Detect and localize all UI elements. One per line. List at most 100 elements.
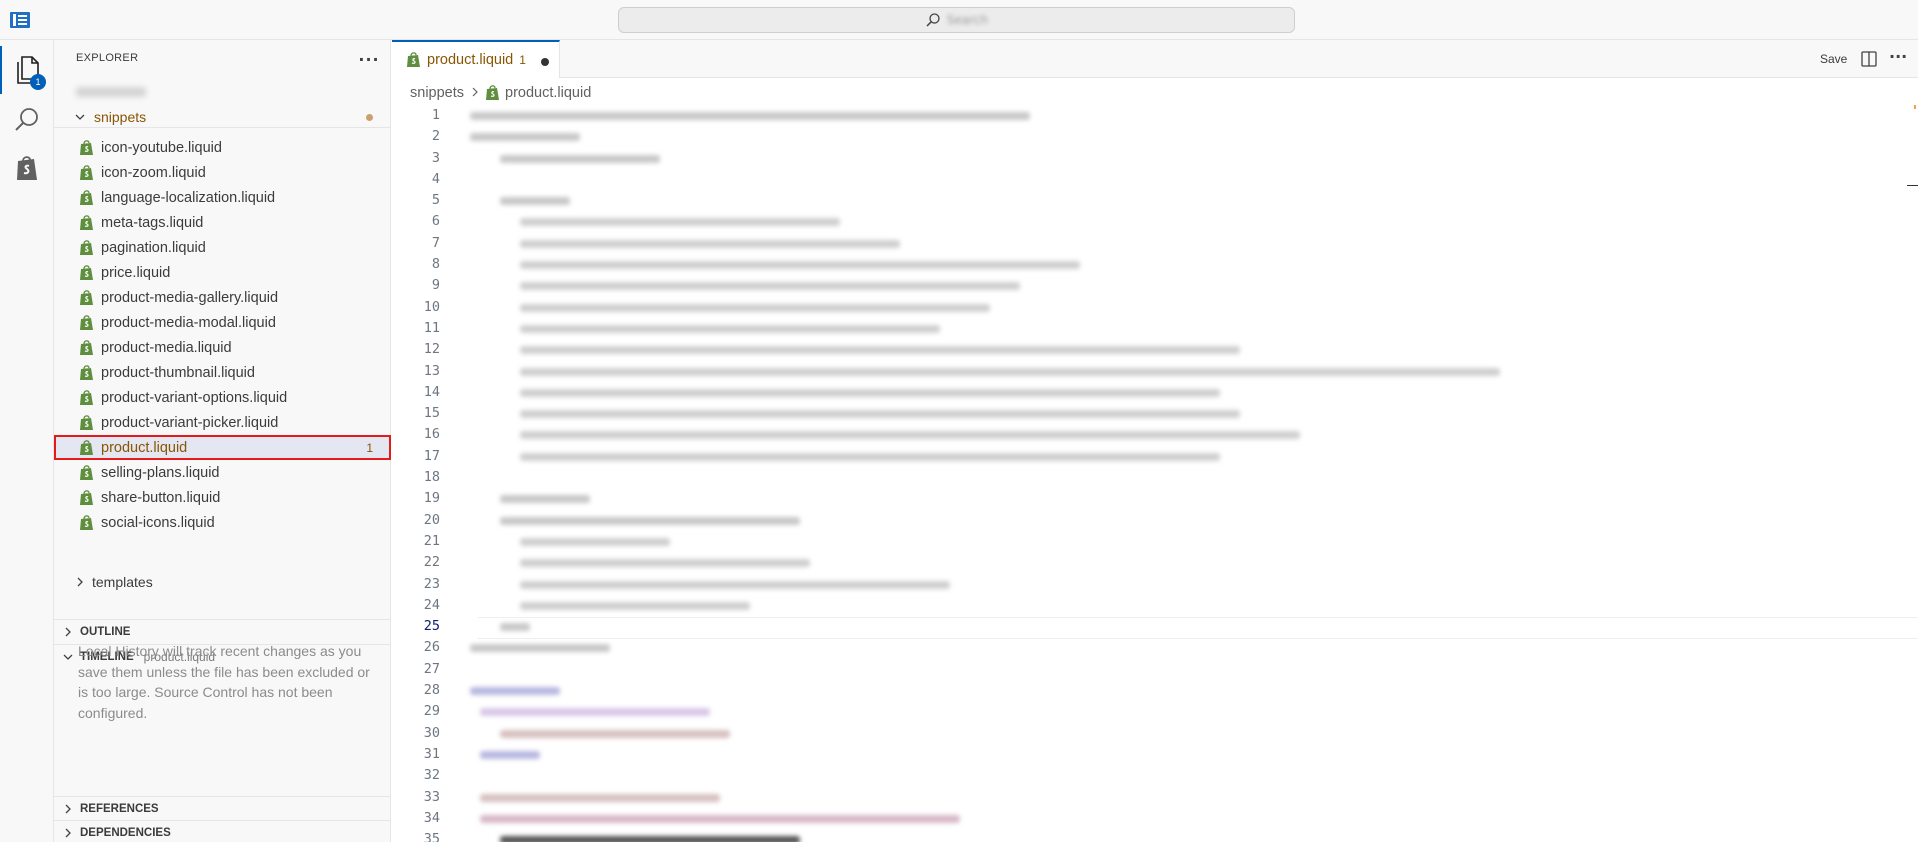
command-center-search[interactable]: Search: [618, 7, 1295, 33]
more-actions-icon[interactable]: ···: [356, 46, 382, 72]
file-item[interactable]: pagination.liquid: [54, 235, 391, 260]
code-line: [470, 361, 1870, 382]
shopify-icon: [17, 156, 37, 180]
activity-bar: 1: [0, 40, 54, 842]
blurred-code-text: [470, 687, 560, 696]
file-name: pagination.liquid: [101, 239, 206, 256]
file-item[interactable]: product-media-gallery.liquid: [54, 285, 391, 310]
chevron-down-icon: [72, 109, 88, 125]
file-item[interactable]: icon-youtube.liquid: [54, 135, 391, 160]
editor-area: product.liquid 1 Save ··· snippets produ…: [392, 40, 1918, 842]
file-item[interactable]: product-media.liquid: [54, 335, 391, 360]
unsaved-dot-icon[interactable]: [541, 58, 549, 66]
line-number: 26: [423, 639, 440, 656]
file-item[interactable]: social-icons.liquid: [54, 510, 391, 535]
search-view-button[interactable]: [0, 96, 54, 144]
code-line: [470, 723, 1870, 744]
outline-section[interactable]: OUTLINE: [54, 619, 391, 643]
blurred-code-text: [500, 154, 660, 163]
dependencies-section[interactable]: DEPENDENCIES: [54, 820, 391, 842]
split-editor-icon[interactable]: [1860, 50, 1878, 68]
file-item[interactable]: product-variant-options.liquid: [54, 385, 391, 410]
blurred-code-text: [470, 112, 1030, 120]
file-item[interactable]: meta-tags.liquid: [54, 210, 391, 235]
explorer-button[interactable]: 1: [0, 46, 54, 94]
file-item-selected[interactable]: product.liquid 1: [54, 435, 391, 460]
file-name: product-thumbnail.liquid: [101, 364, 255, 381]
line-number: 14: [423, 383, 440, 400]
breadcrumb: snippets product.liquid: [410, 83, 591, 103]
file-name: product-variant-options.liquid: [101, 389, 288, 406]
code-line: [470, 595, 1870, 616]
overview-ruler-cursor: [1907, 185, 1918, 186]
blurred-code-text: [500, 729, 730, 738]
shopify-liquid-icon: [80, 289, 93, 305]
blurred-code-text: [470, 644, 610, 653]
shopify-liquid-icon: [80, 489, 93, 505]
file-item[interactable]: icon-zoom.liquid: [54, 160, 391, 185]
breadcrumb-folder[interactable]: snippets: [410, 85, 464, 101]
workspace-root[interactable]: [54, 82, 391, 102]
folder-snippets-label: snippets: [94, 108, 147, 125]
overview-ruler-marker: [1914, 105, 1916, 109]
more-actions-icon[interactable]: ···: [1889, 49, 1907, 68]
file-item[interactable]: product-media-modal.liquid: [54, 310, 391, 335]
file-item[interactable]: product-thumbnail.liquid: [54, 360, 391, 385]
blurred-code-text: [480, 708, 710, 717]
tab-product-liquid[interactable]: product.liquid 1: [392, 40, 560, 78]
code-line: [470, 680, 1870, 701]
save-button[interactable]: Save: [1820, 52, 1847, 66]
shopify-liquid-icon: [80, 189, 93, 205]
code-line: [470, 616, 1870, 637]
line-number: 16: [423, 426, 440, 443]
problems-count-badge: 1: [366, 440, 373, 455]
line-number: 4: [431, 170, 440, 187]
folder-snippets[interactable]: snippets: [54, 106, 391, 128]
chevron-right-icon: [60, 825, 76, 841]
shopify-extension-button[interactable]: [0, 144, 54, 192]
line-number: 2: [431, 128, 440, 145]
blurred-code-text: [520, 452, 1220, 461]
file-name: product-media.liquid: [101, 339, 232, 356]
references-section[interactable]: REFERENCES: [54, 796, 391, 820]
chevron-down-icon: [60, 649, 76, 665]
shopify-liquid-icon: [80, 389, 93, 405]
blurred-code-text: [500, 623, 530, 632]
file-item[interactable]: product-variant-picker.liquid: [54, 410, 391, 435]
code-line: [470, 275, 1870, 296]
line-number: 8: [431, 256, 440, 273]
shopify-liquid-icon: [80, 439, 93, 455]
file-item[interactable]: price.liquid: [54, 260, 391, 285]
modified-dot: [366, 114, 373, 121]
blurred-code-text: [520, 410, 1240, 419]
code-editor[interactable]: [470, 105, 1870, 842]
file-name: price.liquid: [101, 264, 171, 281]
file-item[interactable]: language-localization.liquid: [54, 185, 391, 210]
dependencies-title: DEPENDENCIES: [80, 826, 171, 839]
shopify-liquid-icon: [80, 239, 93, 255]
line-number: 21: [423, 532, 440, 549]
file-name: social-icons.liquid: [101, 514, 215, 531]
blurred-code-text: [520, 367, 1500, 376]
file-name: selling-plans.liquid: [101, 464, 220, 481]
file-item[interactable]: share-button.liquid: [54, 485, 391, 510]
line-number: 28: [423, 682, 440, 699]
line-number: 18: [423, 469, 440, 486]
blurred-code-text: [520, 239, 900, 248]
code-line: [470, 488, 1870, 509]
shopify-liquid-icon: [80, 164, 93, 180]
code-line: [470, 510, 1870, 531]
breadcrumb-file[interactable]: product.liquid: [486, 85, 591, 101]
line-number: 35: [423, 831, 440, 842]
shopify-liquid-icon: [486, 85, 500, 100]
code-line: [470, 808, 1870, 829]
file-item[interactable]: selling-plans.liquid: [54, 460, 391, 485]
tab-bar: product.liquid 1 Save ···: [392, 40, 1918, 78]
line-number: 7: [431, 234, 440, 251]
code-line: [470, 254, 1870, 275]
folder-templates[interactable]: templates: [54, 571, 391, 593]
folder-templates-label: templates: [92, 574, 153, 590]
line-number: 25: [423, 618, 440, 635]
blurred-code-text: [480, 750, 540, 759]
